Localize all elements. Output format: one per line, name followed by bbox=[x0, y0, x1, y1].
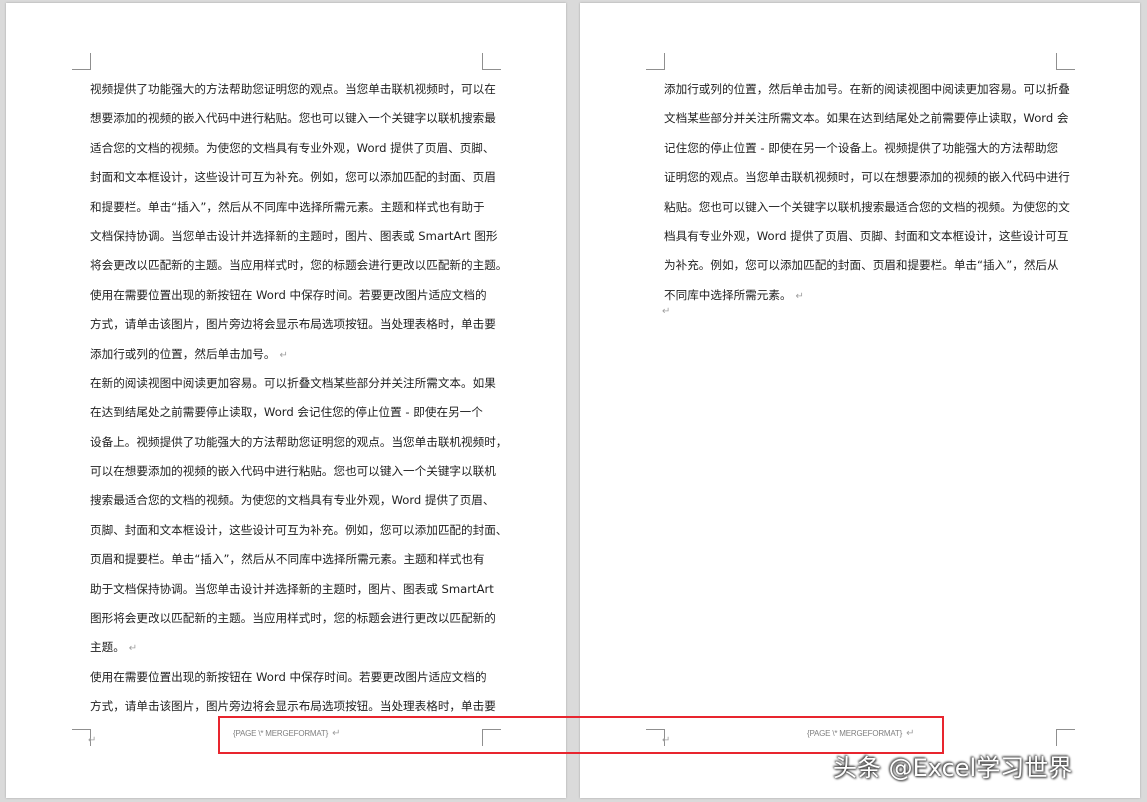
text-line: 和提要栏。单击“插入”，然后从不同库中选择所需元素。主题和样式也有助于 bbox=[90, 199, 485, 214]
text-line: 设备上。视频提供了功能强大的方法帮助您证明您的观点。当您单击联机视频时， bbox=[90, 434, 508, 449]
text-line: 文档某些部分并关注所需文本。如果在达到结尾处之前需要停止读取，Word 会 bbox=[664, 111, 1069, 126]
text-line: 封面和文本框设计，这些设计可互为补充。例如，您可以添加匹配的封面、页眉 bbox=[90, 170, 496, 185]
body-text-right[interactable]: 添加行或列的位置，然后单击加号。在新的阅读视图中阅读更加容易。可以折叠 文档某些… bbox=[664, 75, 1070, 310]
text-line: 助于文档保持协调。当您单击设计并选择新的主题时，图片、图表或 SmartArt bbox=[90, 581, 494, 596]
footer-paragraph-mark-icon: ↵ bbox=[88, 735, 97, 746]
paragraph-mark-icon: ↵ bbox=[128, 643, 138, 655]
text-line: 使用在需要位置出现的新按钮在 Word 中保存时间。若要更改图片适应文档的 bbox=[90, 287, 487, 302]
text-line: 可以在想要添加的视频的嵌入代码中进行粘贴。您也可以键入一个关键字以联机 bbox=[90, 464, 496, 479]
text-line: 方式，请单击该图片，图片旁边将会显示布局选项按钮。当处理表格时，单击要 bbox=[90, 317, 496, 332]
text-line: 使用在需要位置出现的新按钮在 Word 中保存时间。若要更改图片适应文档的 bbox=[90, 669, 487, 684]
text-line: 将会更改以匹配新的主题。当应用样式时，您的标题会进行更改以匹配新的主题。 bbox=[90, 258, 508, 273]
text-line: 想要添加的视频的嵌入代码中进行粘贴。您也可以键入一个关键字以联机搜索最 bbox=[90, 111, 496, 126]
text-line: 档具有专业外观，Word 提供了页眉、页脚、封面和文本框设计，这些设计可互 bbox=[664, 228, 1069, 243]
text-line: 在新的阅读视图中阅读更加容易。可以折叠文档某些部分并关注所需文本。如果 bbox=[90, 375, 496, 390]
line-text: 主题。 bbox=[90, 640, 125, 655]
text-line: 记住您的停止位置 - 即使在另一个设备上。视频提供了功能强大的方法帮助您 bbox=[664, 140, 1059, 155]
text-line-paragraph-end: 添加行或列的位置，然后单击加号。 ↵ bbox=[90, 340, 486, 369]
text-line: 为补充。例如，您可以添加匹配的封面、页眉和提要栏。单击“插入”，然后从 bbox=[664, 258, 1059, 273]
text-line: 文档保持协调。当您单击设计并选择新的主题时，图片、图表或 SmartArt 图形 bbox=[90, 228, 498, 243]
text-line: 在达到结尾处之前需要停止读取，Word 会记住您的停止位置 - 即使在另一个 bbox=[90, 405, 483, 420]
crop-mark-bottom-right bbox=[1056, 729, 1075, 746]
text-line: 图形将会更改以匹配新的主题。当应用样式时，您的标题会进行更改以匹配新的 bbox=[90, 611, 496, 626]
document-page-left[interactable]: 视频提供了功能强大的方法帮助您证明您的观点。当您单击联机视频时，可以在 想要添加… bbox=[6, 3, 566, 798]
text-line: 页脚、封面和文本框设计，这些设计可互为补充。例如，您可以添加匹配的封面、 bbox=[90, 522, 508, 537]
text-line: 粘贴。您也可以键入一个关键字以联机搜索最适合您的文档的视频。为使您的文 bbox=[664, 199, 1070, 214]
crop-mark-top-right bbox=[1056, 53, 1075, 70]
empty-paragraph-mark-icon: ↵ bbox=[662, 306, 671, 317]
text-line-paragraph-end: 主题。 ↵ bbox=[90, 633, 486, 662]
text-line: 视频提供了功能强大的方法帮助您证明您的观点。当您单击联机视频时，可以在 bbox=[90, 82, 496, 96]
line-text: 不同库中选择所需元素。 bbox=[664, 287, 792, 302]
text-line: 适合您的文档的视频。为使您的文档具有专业外观，Word 提供了页眉、页脚、 bbox=[90, 140, 495, 155]
text-line: 页眉和提要栏。单击“插入”，然后从不同库中选择所需元素。主题和样式也有 bbox=[90, 552, 485, 567]
text-line: 添加行或列的位置，然后单击加号。在新的阅读视图中阅读更加容易。可以折叠 bbox=[664, 82, 1070, 96]
paragraph-mark-icon: ↵ bbox=[279, 349, 288, 361]
crop-mark-top-left bbox=[72, 53, 91, 70]
crop-mark-top-right bbox=[482, 53, 501, 70]
text-line: 证明您的观点。当您单击联机视频时，可以在想要添加的视频的嵌入代码中进行 bbox=[664, 170, 1070, 185]
body-text-left[interactable]: 视频提供了功能强大的方法帮助您证明您的观点。当您单击联机视频时，可以在 想要添加… bbox=[90, 75, 508, 722]
crop-mark-top-left bbox=[646, 53, 665, 70]
text-line: 搜索最适合您的文档的视频。为使您的文档具有专业外观，Word 提供了页眉、 bbox=[90, 493, 495, 508]
line-text: 添加行或列的位置，然后单击加号。 bbox=[90, 346, 276, 361]
document-page-right[interactable]: 添加行或列的位置，然后单击加号。在新的阅读视图中阅读更加容易。可以折叠 文档某些… bbox=[580, 3, 1140, 798]
paragraph-mark-icon: ↵ bbox=[795, 290, 804, 302]
watermark: 头条 @Excel学习世界 bbox=[833, 754, 1073, 782]
text-line-paragraph-end: 不同库中选择所需元素。 ↵ bbox=[664, 281, 1060, 310]
